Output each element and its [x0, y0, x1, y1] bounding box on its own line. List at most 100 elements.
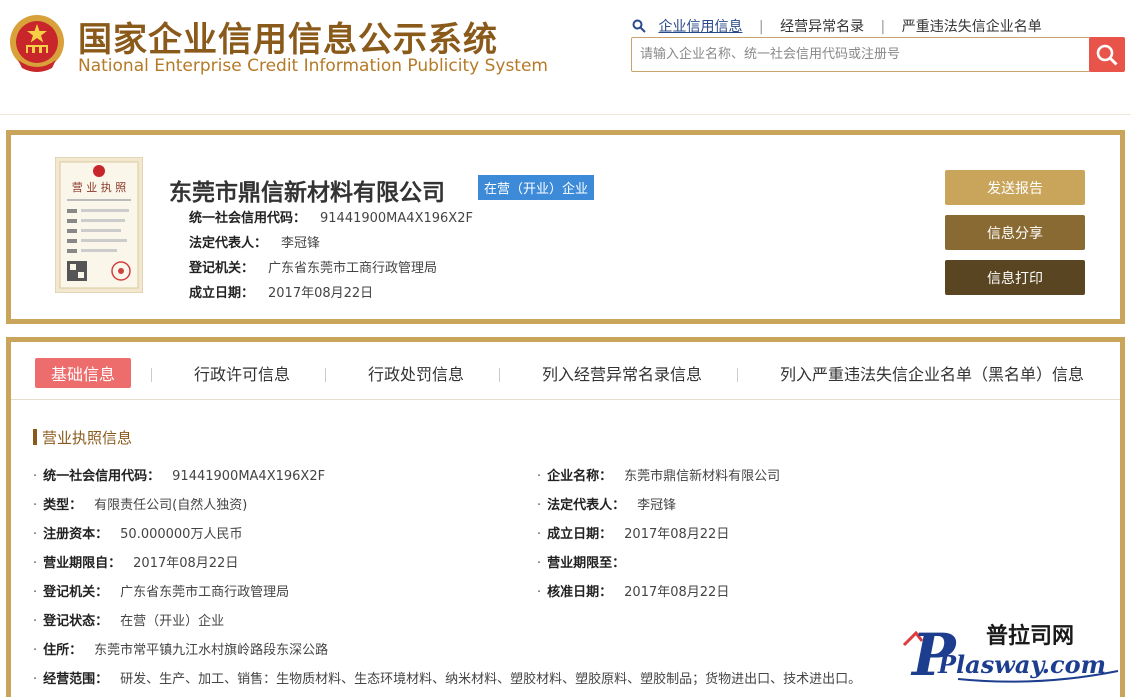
card-legal-rep: 法定代表人： 李冠锋	[189, 232, 320, 251]
field-value: 2017年08月22日	[624, 527, 730, 542]
tab-blacklist[interactable]: 列入严重违法失信企业名单（黑名单）信息	[780, 358, 1084, 388]
tab-admin-penalty[interactable]: 行政处罚信息	[368, 358, 464, 388]
card-established-value: 2017年08月22日	[268, 286, 374, 301]
field-approved: · 核准日期： 2017年08月22日	[537, 581, 729, 600]
field-credit-code: · 统一社会信用代码： 91441900MA4X196X2F	[33, 465, 325, 484]
bullet: ·	[33, 643, 38, 658]
field-value: 东莞市鼎信新材料有限公司	[624, 469, 781, 484]
section-marker	[33, 429, 37, 445]
nav-divider: |	[758, 19, 764, 35]
card-established-label: 成立日期：	[189, 286, 255, 301]
card-authority: 登记机关： 广东省东莞市工商行政管理局	[189, 257, 437, 276]
watermark-cn: 普拉司网	[986, 623, 1074, 649]
nav-abnormal-list[interactable]: 经营异常名录	[780, 19, 864, 35]
field-value: 50.000000万人民币	[120, 527, 243, 542]
nav-enterprise-credit[interactable]: 企业信用信息	[658, 19, 742, 35]
tab-basic-info[interactable]: 基础信息	[35, 358, 132, 388]
section-title-text: 营业执照信息	[42, 429, 133, 447]
send-report-button[interactable]: 发送报告	[945, 170, 1085, 205]
bullet: ·	[537, 585, 542, 600]
share-info-button[interactable]: 信息分享	[945, 215, 1085, 250]
section-title: 营业执照信息	[33, 427, 132, 448]
site-title: 国家企业信用信息公示系统	[78, 20, 498, 60]
tab-divider	[737, 368, 738, 382]
field-company-name: · 企业名称： 东莞市鼎信新材料有限公司	[537, 465, 780, 484]
field-term-from: · 营业期限自： 2017年08月22日	[33, 552, 238, 571]
field-label: 住所：	[43, 643, 83, 658]
field-label: 注册资本：	[43, 527, 109, 542]
field-scope: · 经营范围： 研发、生产、加工、销售：生物质材料、生态环境材料、纳米材料、塑胶材料…	[33, 668, 861, 687]
tab-divider	[151, 368, 152, 382]
field-label: 登记状态：	[43, 614, 109, 629]
top-nav: 企业信用信息 | 经营异常名录 | 严重违法失信企业名单	[632, 16, 1042, 36]
field-value: 研发、生产、加工、销售：生物质材料、生态环境材料、纳米材料、塑胶材料、塑胶原料、…	[120, 672, 862, 687]
field-label: 经营范围：	[43, 672, 109, 687]
field-value: 东莞市常平镇九江水村旗岭路段东深公路	[94, 643, 329, 658]
field-label: 营业期限自：	[43, 556, 122, 571]
field-label: 企业名称：	[547, 469, 613, 484]
search-icon	[632, 19, 646, 33]
field-value: 有限责任公司(自然人独资)	[94, 498, 248, 513]
field-address: · 住所： 东莞市常平镇九江水村旗岭路段东深公路	[33, 639, 328, 658]
card-credit-code-label: 统一社会信用代码：	[189, 211, 307, 226]
status-badge: 在营（开业）企业	[478, 175, 595, 200]
field-label: 法定代表人：	[547, 498, 626, 513]
watermark-en: Plasway.com	[937, 650, 1106, 679]
field-value: 在营（开业）企业	[120, 614, 225, 629]
tab-divider	[499, 368, 500, 382]
field-legal-rep: · 法定代表人： 李冠锋	[537, 494, 676, 513]
bullet: ·	[537, 556, 542, 571]
bullet: ·	[33, 614, 38, 629]
search-box	[631, 37, 1091, 72]
field-type: · 类型： 有限责任公司(自然人独资)	[33, 494, 247, 513]
search-button[interactable]	[1089, 37, 1125, 72]
plasway-logo-icon: P 普拉司网 Plasway.com	[902, 621, 1119, 687]
card-legal-rep-value: 李冠锋	[281, 236, 321, 251]
field-established: · 成立日期： 2017年08月22日	[537, 523, 729, 542]
company-name: 东莞市鼎信新材料有限公司	[169, 180, 445, 206]
license-title: 营 业 执 照	[72, 180, 127, 194]
field-capital: · 注册资本： 50.000000万人民币	[33, 523, 242, 542]
tab-abnormal-list[interactable]: 列入经营异常名录信息	[542, 358, 702, 388]
bullet: ·	[33, 527, 38, 542]
nav-blacklist[interactable]: 严重违法失信企业名单	[902, 19, 1042, 35]
card-legal-rep-label: 法定代表人：	[189, 236, 268, 251]
field-value: 2017年08月22日	[624, 585, 730, 600]
card-authority-value: 广东省东莞市工商行政管理局	[268, 261, 438, 276]
field-label: 统一社会信用代码：	[43, 469, 161, 484]
field-value: 广东省东莞市工商行政管理局	[120, 585, 290, 600]
field-authority: · 登记机关： 广东省东莞市工商行政管理局	[33, 581, 289, 600]
field-label: 登记机关：	[43, 585, 109, 600]
search-icon	[1096, 44, 1118, 66]
field-value: 李冠锋	[637, 498, 677, 513]
tab-bar: 基础信息 行政许可信息 行政处罚信息 列入经营异常名录信息 列入严重违法失信企业…	[11, 342, 1120, 400]
field-label: 核准日期：	[547, 585, 613, 600]
card-established: 成立日期： 2017年08月22日	[189, 282, 373, 301]
bullet: ·	[33, 469, 38, 484]
field-label: 成立日期：	[547, 527, 613, 542]
bullet: ·	[33, 498, 38, 513]
field-label: 营业期限至：	[547, 556, 626, 571]
search-input[interactable]	[632, 38, 1090, 71]
company-card: 营 业 执 照 东莞市鼎信新材料有限公司 在营（开业）企业 统一社会信用代码： 9…	[6, 130, 1125, 324]
site-subtitle: National Enterprise Credit Information P…	[78, 56, 548, 76]
national-emblem-icon	[10, 15, 64, 72]
bullet: ·	[33, 672, 38, 687]
card-credit-code: 统一社会信用代码： 91441900MA4X196X2F	[189, 207, 473, 226]
bullet: ·	[537, 498, 542, 513]
card-authority-label: 登记机关：	[189, 261, 255, 276]
bullet: ·	[537, 527, 542, 542]
tab-admin-license[interactable]: 行政许可信息	[194, 358, 290, 388]
bullet: ·	[33, 556, 38, 571]
field-label: 类型：	[43, 498, 83, 513]
field-value: 91441900MA4X196X2F	[172, 469, 326, 484]
print-info-button[interactable]: 信息打印	[945, 260, 1085, 295]
nav-divider: |	[880, 19, 886, 35]
card-credit-code-value: 91441900MA4X196X2F	[320, 211, 473, 226]
bullet: ·	[33, 585, 38, 600]
site-header: 国家企业信用信息公示系统 National Enterprise Credit …	[0, 0, 1131, 115]
field-value: 2017年08月22日	[133, 556, 239, 571]
field-term-to: · 营业期限至：	[537, 552, 637, 571]
bullet: ·	[537, 469, 542, 484]
business-license-icon: 营 业 执 照	[55, 157, 143, 293]
